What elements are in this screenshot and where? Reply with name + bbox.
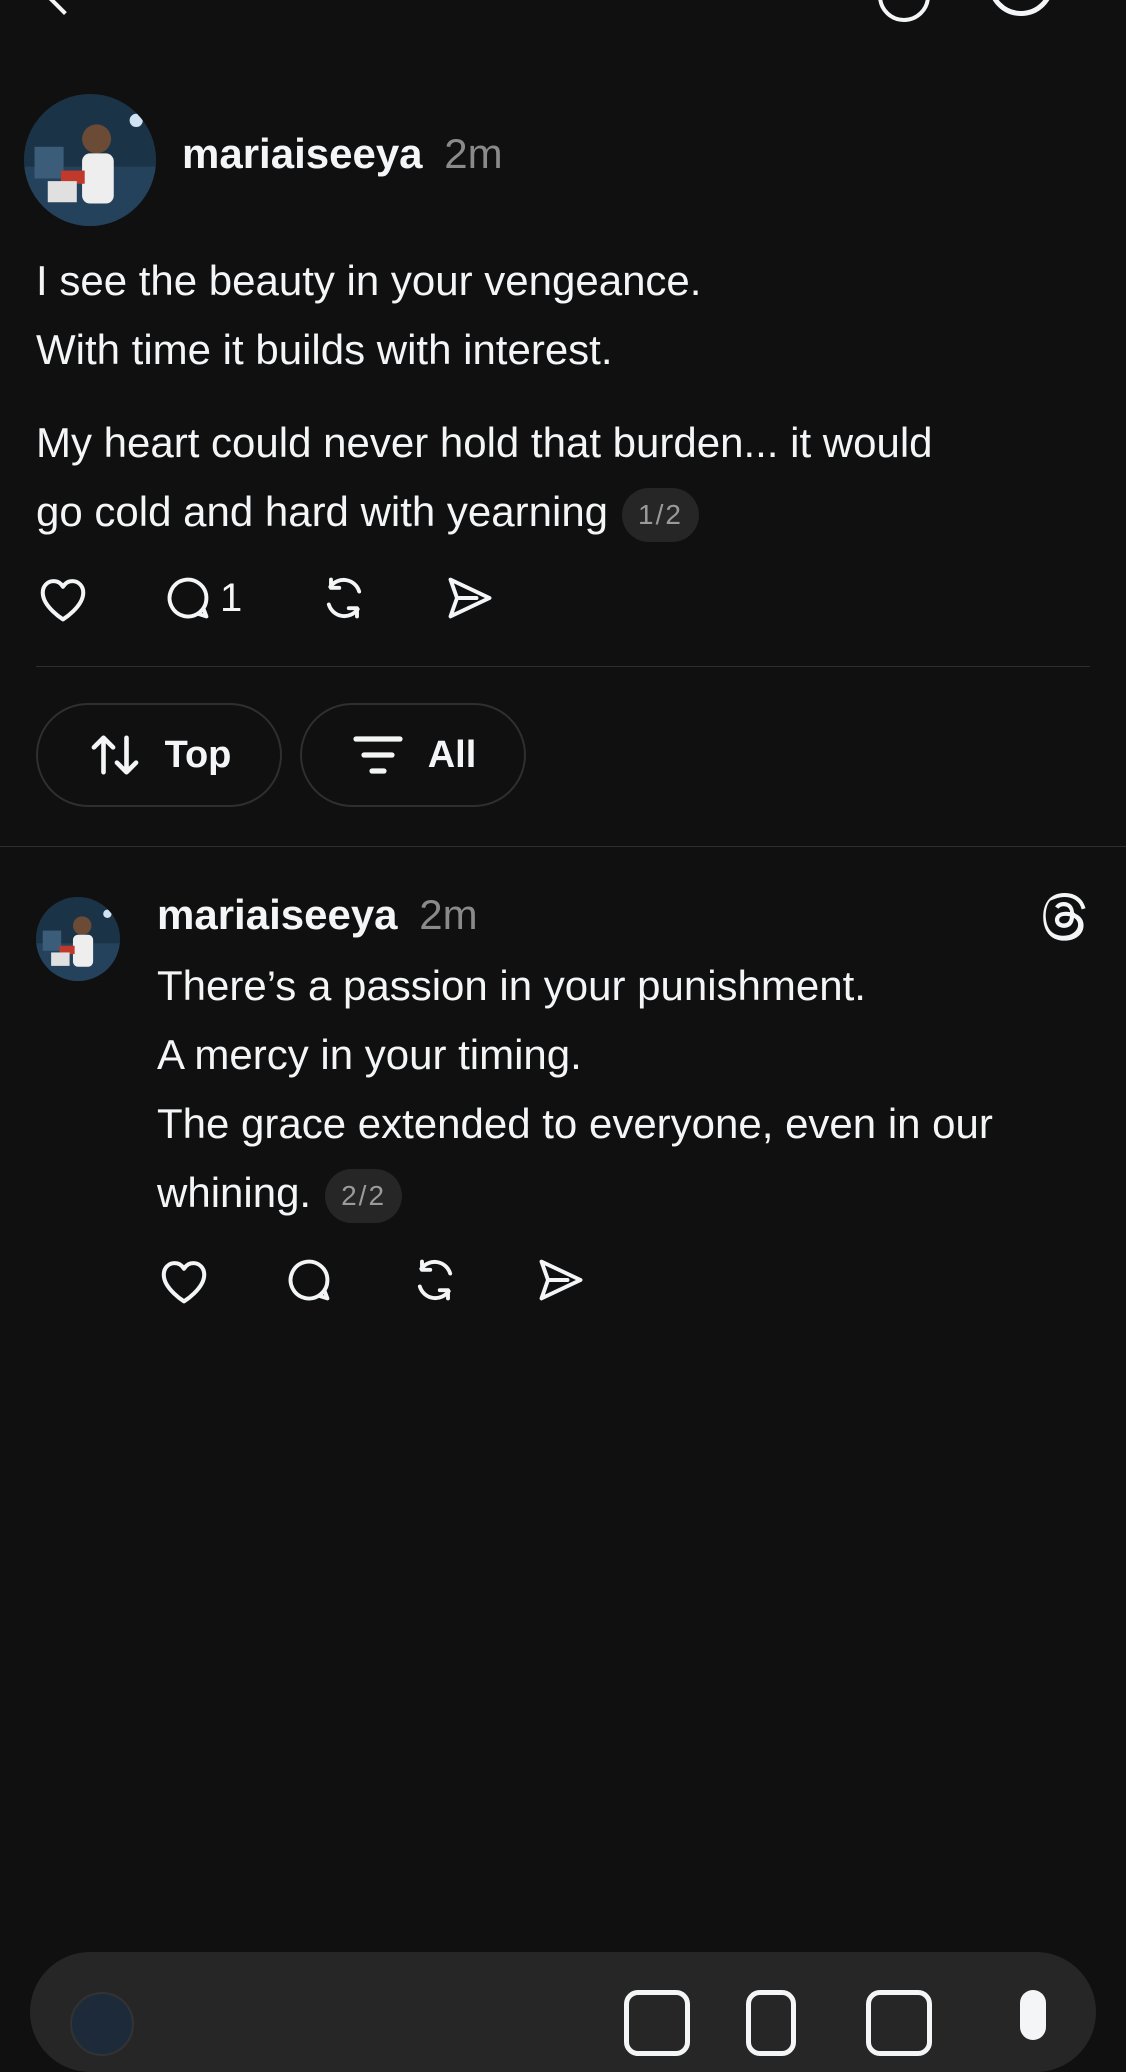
more-icon[interactable] [988,0,1054,16]
comment-icon [288,1259,330,1301]
post-body: I see the beauty in your vengeance. With… [36,246,1096,546]
back-icon[interactable] [47,0,81,15]
filter-all-label: All [427,733,477,776]
repost-icon [417,1259,453,1301]
repost-button[interactable] [409,1254,535,1306]
username[interactable]: mariaiseeya [157,891,398,938]
repost-button[interactable] [318,572,444,624]
post-line: My heart could never hold that burden...… [36,419,933,466]
reply-body: There’s a passion in your punishment. A … [157,951,1087,1227]
share-button[interactable] [535,1256,615,1304]
comment-count: 1 [220,575,243,620]
reply-header: mariaiseeya 2m [157,889,478,941]
post-line: go cold and hard with yearning [36,488,609,535]
post-actions: 1 [36,570,524,626]
divider [36,666,1090,667]
divider [0,846,1126,847]
reply-line: The grace extended to everyone, even in … [157,1100,993,1147]
repost-icon [326,577,362,619]
sort-top-button[interactable]: Top [36,703,282,807]
heart-icon [161,1261,207,1304]
composer-avatar [70,1992,134,2056]
comment-button[interactable] [283,1254,409,1306]
filter-all-button[interactable]: All [300,703,526,807]
share-icon [448,577,492,619]
comment-button[interactable]: 1 [162,572,318,624]
avatar-image [36,897,120,981]
like-button[interactable] [36,573,162,623]
comment-icon [167,577,209,619]
sort-top-label: Top [164,733,232,776]
reply-avatar[interactable] [36,897,120,981]
mic-icon[interactable] [1020,1990,1046,2040]
username[interactable]: mariaiseeya [182,130,423,177]
share-button[interactable] [444,574,524,622]
post-line-with-counter: go cold and hard with yearning 1/2 [36,477,1096,546]
filter-icon [353,736,403,774]
timestamp: 2m [419,891,478,938]
post-line: With time it builds with interest. [36,326,613,373]
reply-line-with-counter: whining. 2/2 [157,1158,1087,1227]
post-header: mariaiseeya 2m [182,128,503,180]
like-button[interactable] [157,1255,283,1305]
reply-line: A mercy in your timing. [157,1031,582,1078]
sort-arrows-icon [91,735,138,775]
threads-logo-icon[interactable] [1036,888,1090,942]
reply-composer-bar[interactable] [30,1952,1096,2072]
heart-icon [40,579,86,622]
notifications-icon[interactable] [878,0,930,22]
thread-counter: 2/2 [325,1168,403,1223]
reply-actions [157,1252,615,1308]
share-icon [539,1259,583,1301]
post-line: I see the beauty in your vengeance. [36,257,702,304]
timestamp: 2m [444,130,503,177]
top-header-partial [0,0,1126,22]
thread-counter: 1/2 [622,487,699,542]
avatar-image [24,94,156,226]
reply-line: There’s a passion in your punishment. [157,962,866,1009]
reply-line: whining. [157,1169,312,1216]
avatar[interactable] [24,94,156,226]
